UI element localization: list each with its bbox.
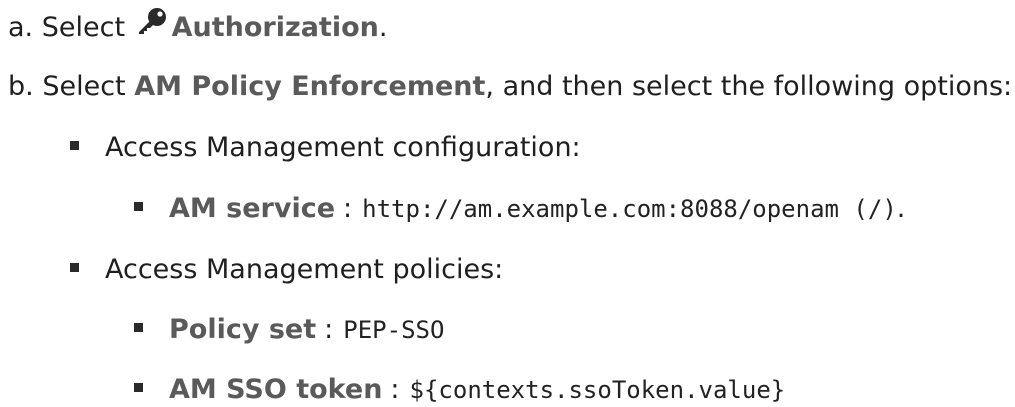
step-b: b. Select AM Policy Enforcement, and the… — [8, 70, 1012, 104]
option-label: Access Management configuration: — [105, 132, 581, 163]
separator: : — [390, 374, 400, 405]
separator: : — [324, 314, 334, 345]
bullet-icon — [134, 323, 143, 332]
option-am-sso-token: AM SSO token: ${contexts.ssoToken.value} — [134, 373, 785, 407]
step-a-marker: a. — [8, 12, 34, 43]
step-b-prefix: Select — [42, 71, 126, 102]
am-service-value: http://am.example.com:8088/openam (/) — [362, 195, 897, 223]
step-b-marker: b. — [8, 71, 34, 102]
bullet-icon — [70, 263, 79, 272]
option-am-service: AM service: http://am.example.com:8088/op… — [134, 192, 905, 226]
option-label: Access Management policies: — [105, 254, 504, 285]
step-a-suffix: . — [378, 12, 388, 43]
key-icon — [136, 7, 168, 44]
separator: : — [343, 193, 353, 224]
bullet-icon — [134, 202, 143, 211]
authorization-link[interactable]: Authorization — [172, 12, 379, 43]
am-sso-token-label: AM SSO token — [169, 374, 383, 405]
step-a: a. Select Authorization. — [8, 7, 388, 44]
option-policy-set: Policy set: PEP-SSO — [134, 313, 444, 347]
bullet-icon — [70, 141, 79, 150]
bullet-icon — [134, 383, 143, 392]
am-sso-token-value: ${contexts.ssoToken.value} — [409, 376, 786, 404]
am-service-end: . — [896, 193, 906, 224]
policy-set-label: Policy set — [169, 314, 317, 345]
step-a-prefix: Select — [41, 12, 126, 43]
am-service-label: AM service — [169, 193, 336, 224]
am-policy-enforcement-link[interactable]: AM Policy Enforcement — [134, 71, 485, 102]
option-am-policies: Access Management policies: — [70, 253, 503, 287]
option-am-configuration: Access Management configuration: — [70, 131, 581, 165]
policy-set-value: PEP-SSO — [343, 316, 445, 344]
step-b-suffix: , and then select the following options: — [485, 71, 1013, 102]
